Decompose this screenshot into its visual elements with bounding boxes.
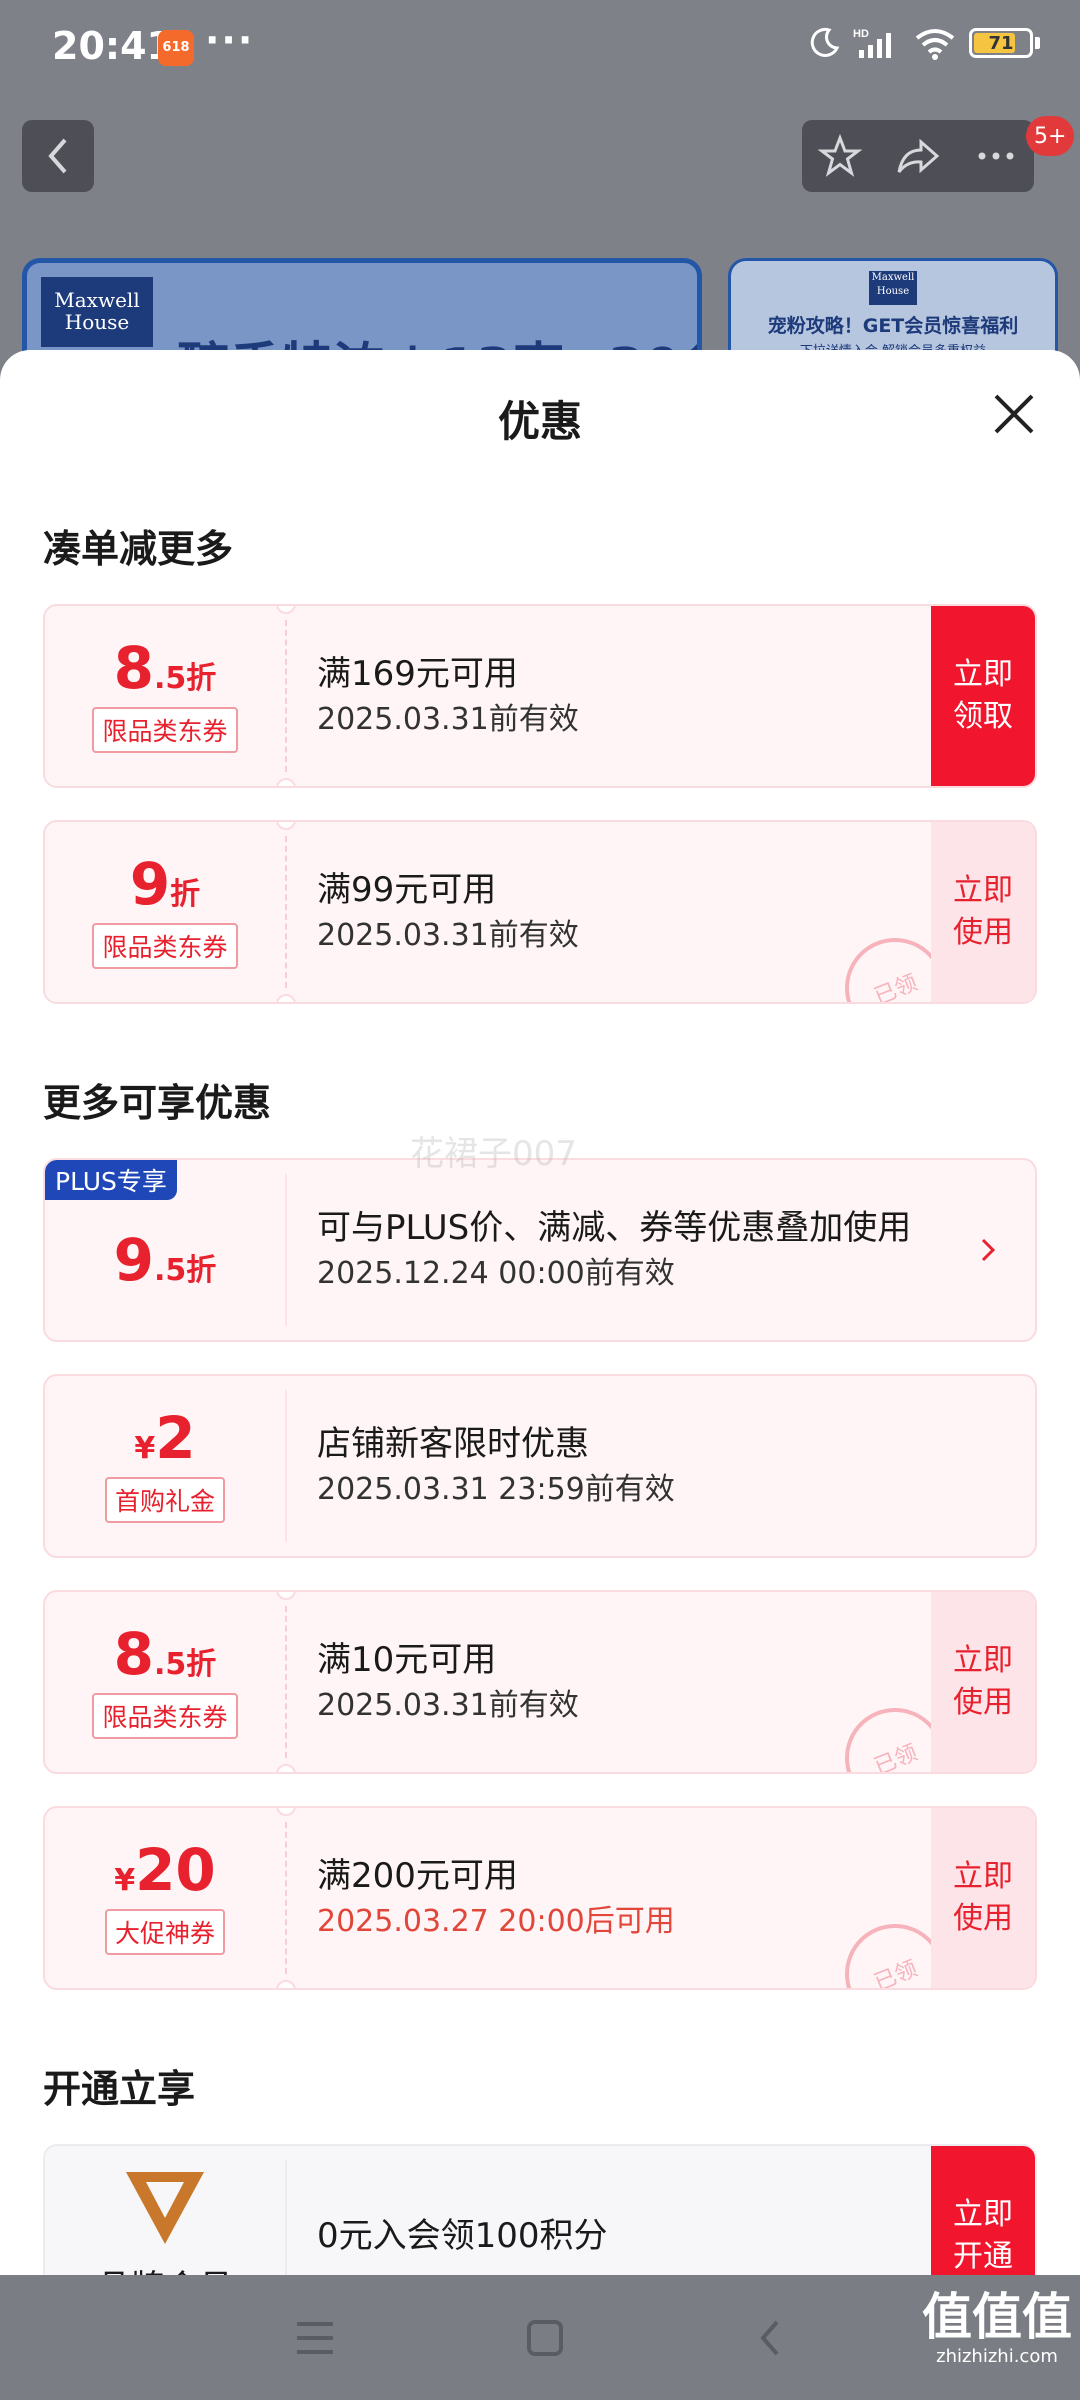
- sheet-title: 优惠: [497, 397, 582, 446]
- coupon-type-tag: 限品类东券: [92, 1693, 238, 1739]
- home-icon[interactable]: [525, 2318, 565, 2358]
- coupon-discount: 8.5折: [113, 1620, 217, 1688]
- back-nav-icon[interactable]: [755, 2318, 785, 2358]
- section-title-more: 更多可享优惠: [43, 1081, 272, 1125]
- svg-text:HD: HD: [853, 28, 869, 40]
- promotions-sheet: 优惠 凑单减更多 8.5折 限品类东券 满169元可用 2025.03.31前有…: [0, 350, 1080, 2275]
- shopping-app-icon: 618: [158, 30, 194, 66]
- member-benefit: 0元入会领100积分: [317, 2216, 608, 2256]
- coupon-card: 8.5折 限品类东券 满10元可用 2025.03.31前有效 已领 立即 使用: [43, 1590, 1037, 1774]
- more-icon[interactable]: [974, 134, 1018, 178]
- use-button[interactable]: 立即 使用: [931, 1808, 1035, 1988]
- signal-icon: HD: [853, 28, 891, 58]
- section-title-combine: 凑单减更多: [43, 527, 234, 571]
- coupon-validity: 2025.03.31 23:59前有效: [317, 1472, 675, 1507]
- coupon-validity: 2025.03.31前有效: [317, 918, 579, 953]
- coupon-condition: 满200元可用: [317, 1856, 518, 1896]
- coupon-card: 9折 限品类东券 满99元可用 2025.03.31前有效 已领 立即 使用: [43, 820, 1037, 1004]
- coupon-type-tag: 限品类东券: [92, 707, 238, 753]
- close-icon[interactable]: [988, 388, 1040, 440]
- maxwell-house-logo: Maxwell House: [41, 277, 153, 347]
- share-icon[interactable]: [895, 134, 941, 178]
- status-icons: HD 71: [807, 26, 1040, 60]
- coupon-condition: 满99元可用: [317, 870, 497, 910]
- wifi-icon: [915, 29, 955, 60]
- coupon-condition: 店铺新客限时优惠: [317, 1424, 589, 1464]
- chevron-right-icon: [981, 1238, 996, 1262]
- brand-member-logo-icon: [126, 2172, 204, 2244]
- plus-discount-card[interactable]: PLUS专享 9.5折 可与PLUS价、满减、券等优惠叠加使用 2025.12.…: [43, 1158, 1037, 1342]
- coupon-condition: 满10元可用: [317, 1640, 497, 1680]
- coupon-validity: 2025.03.31前有效: [317, 702, 579, 737]
- coupon-validity: 2025.12.24 00:00前有效: [317, 1256, 675, 1291]
- coupon-discount: 9.5折: [113, 1226, 217, 1294]
- menu-icon[interactable]: [295, 2320, 335, 2356]
- coupon-amount: ¥20: [114, 1836, 216, 1904]
- coupon-condition: 可与PLUS价、满减、券等优惠叠加使用: [317, 1208, 912, 1248]
- battery-icon: 71: [969, 28, 1033, 58]
- section-title-join: 开通立享: [43, 2067, 196, 2111]
- coupon-type-tag: 限品类东券: [92, 923, 238, 969]
- coupon-condition: 满169元可用: [317, 654, 518, 694]
- brand-member-card: 品牌会员 0元入会领100积分 立即开通: [43, 2144, 1037, 2275]
- status-time: 20:41: [52, 24, 173, 68]
- message-badge: 5+: [1026, 116, 1075, 156]
- coupon-validity: 2025.03.27 20:00后可用: [317, 1904, 675, 1939]
- status-bar: 20:41 618 ··· HD 71: [0, 0, 1080, 100]
- star-icon[interactable]: [818, 134, 863, 178]
- claim-button[interactable]: 立即 领取: [931, 606, 1035, 786]
- coupon-type-tag: 大促神券: [104, 1909, 225, 1955]
- battery-level: 71: [988, 32, 1014, 54]
- member-banner-title: 宠粉攻略！GET会员惊喜福利: [767, 315, 1019, 337]
- maxwell-house-logo: Maxwell House: [869, 271, 917, 305]
- coupon-card: 8.5折 限品类东券 满169元可用 2025.03.31前有效 立即 领取: [43, 604, 1037, 788]
- moon-icon: [810, 27, 840, 57]
- coupon-type-tag: 首购礼金: [104, 1477, 225, 1523]
- brand-member-label: 品牌会员: [97, 2260, 233, 2275]
- coupon-discount: 9折: [129, 850, 201, 918]
- system-nav-bar: [0, 2275, 1080, 2400]
- back-button[interactable]: [22, 120, 94, 192]
- site-watermark: 值值值 zhizhizhi.com: [922, 2288, 1072, 2367]
- use-button[interactable]: 立即 使用: [931, 1592, 1035, 1772]
- chevron-left-icon: [48, 138, 67, 174]
- header-actions: [802, 120, 1034, 192]
- coupon-amount: ¥2: [134, 1404, 196, 1472]
- coupon-validity: 2025.03.31前有效: [317, 1688, 579, 1723]
- coupon-discount: 8.5折: [113, 634, 217, 702]
- coupon-card: ¥20 大促神券 满200元可用 2025.03.27 20:00后可用 已领 …: [43, 1806, 1037, 1990]
- use-button[interactable]: 立即 使用: [931, 822, 1035, 1002]
- new-customer-card: ¥2 首购礼金 店铺新客限时优惠 2025.03.31 23:59前有效: [43, 1374, 1037, 1558]
- more-notifications-icon: ···: [205, 18, 255, 62]
- join-member-button[interactable]: 立即 开通: [931, 2146, 1035, 2275]
